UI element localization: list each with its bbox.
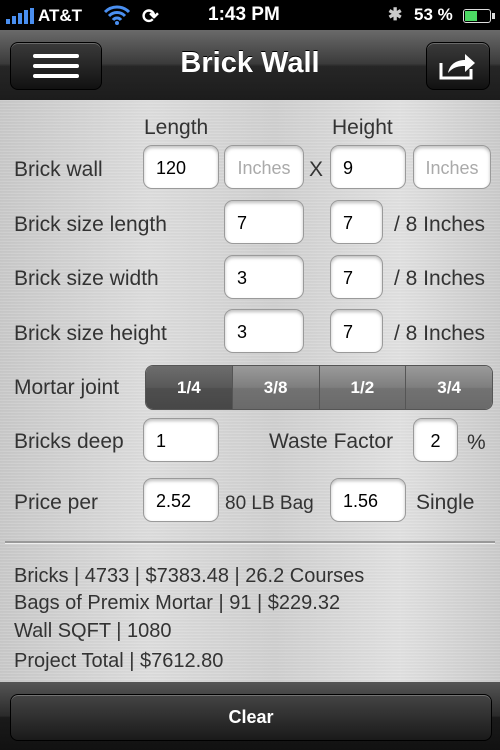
mortar-joint-segmented-control: 1/4 3/8 1/2 3/4: [145, 365, 493, 410]
brick-width-label: Brick size width: [14, 267, 159, 290]
wall-length-unit-input[interactable]: Inches: [224, 145, 304, 189]
brick-length-suffix: / 8 Inches: [394, 213, 486, 236]
height-header: Height: [332, 116, 393, 139]
brick-width-input[interactable]: 3: [224, 255, 304, 299]
battery-percent: 53 %: [414, 5, 453, 24]
times-sign: X: [309, 158, 324, 181]
brick-height-input[interactable]: 3: [224, 309, 304, 353]
divider: [5, 541, 495, 544]
brick-width-suffix: / 8 Inches: [394, 267, 486, 290]
status-time: 1:43 PM: [208, 4, 280, 25]
bricks-deep-label: Bricks deep: [14, 430, 124, 453]
status-bar: AT&T ⟳ 1:43 PM ✱ 53 %: [0, 0, 500, 30]
mortar-option-3-8[interactable]: 3/8: [231, 366, 319, 409]
calculator-form: Length Height Brick wall 120 Inches X 9 …: [0, 100, 500, 682]
wall-height-input[interactable]: 9: [330, 145, 406, 189]
wall-height-unit-input[interactable]: Inches: [413, 145, 491, 189]
result-mortar: Bags of Premix Mortar | 91 | $229.32: [14, 592, 341, 614]
carrier-label: AT&T: [38, 6, 83, 25]
share-icon: [439, 54, 475, 80]
bag-label: 80 LB Bag: [225, 493, 314, 514]
bag-price-input[interactable]: 2.52: [143, 478, 219, 522]
bluetooth-icon: ✱: [388, 5, 403, 24]
price-per-label: Price per: [14, 491, 99, 514]
percent-label: %: [467, 431, 486, 454]
wifi-icon: [103, 4, 131, 31]
bricks-deep-input[interactable]: 1: [143, 418, 219, 462]
single-price-input[interactable]: 1.56: [330, 478, 406, 522]
bottom-toolbar: Clear: [0, 682, 500, 750]
brick-height-fraction-input[interactable]: 7: [330, 309, 383, 353]
brick-wall-label: Brick wall: [14, 158, 103, 181]
wall-length-input[interactable]: 120: [143, 145, 219, 189]
navigation-bar: Brick Wall: [0, 30, 500, 101]
brick-length-label: Brick size length: [14, 213, 167, 236]
length-header: Length: [144, 116, 209, 139]
waste-factor-label: Waste Factor: [269, 430, 394, 453]
single-label: Single: [416, 491, 475, 514]
mortar-joint-label: Mortar joint: [14, 376, 120, 399]
brick-height-suffix: / 8 Inches: [394, 322, 486, 345]
page-title: Brick Wall: [180, 47, 320, 79]
mortar-option-1-4[interactable]: 1/4: [146, 366, 232, 409]
signal-icon: [6, 8, 34, 24]
result-bricks: Bricks | 4733 | $7383.48 | 26.2 Courses: [14, 565, 365, 587]
waste-factor-input[interactable]: 2: [413, 418, 458, 462]
clear-button[interactable]: Clear: [10, 694, 492, 741]
result-project-total: Project Total | $7612.80: [14, 650, 224, 672]
sync-icon: ⟳: [142, 6, 159, 28]
mortar-option-3-4[interactable]: 3/4: [405, 366, 492, 409]
brick-length-fraction-input[interactable]: 7: [330, 200, 383, 244]
battery-icon: [463, 9, 495, 23]
share-button[interactable]: [426, 42, 490, 90]
result-wall-sqft: Wall SQFT | 1080: [14, 620, 172, 642]
brick-width-fraction-input[interactable]: 7: [330, 255, 383, 299]
mortar-option-1-2[interactable]: 1/2: [318, 366, 406, 409]
brick-length-input[interactable]: 7: [224, 200, 304, 244]
brick-height-label: Brick size height: [14, 322, 167, 345]
